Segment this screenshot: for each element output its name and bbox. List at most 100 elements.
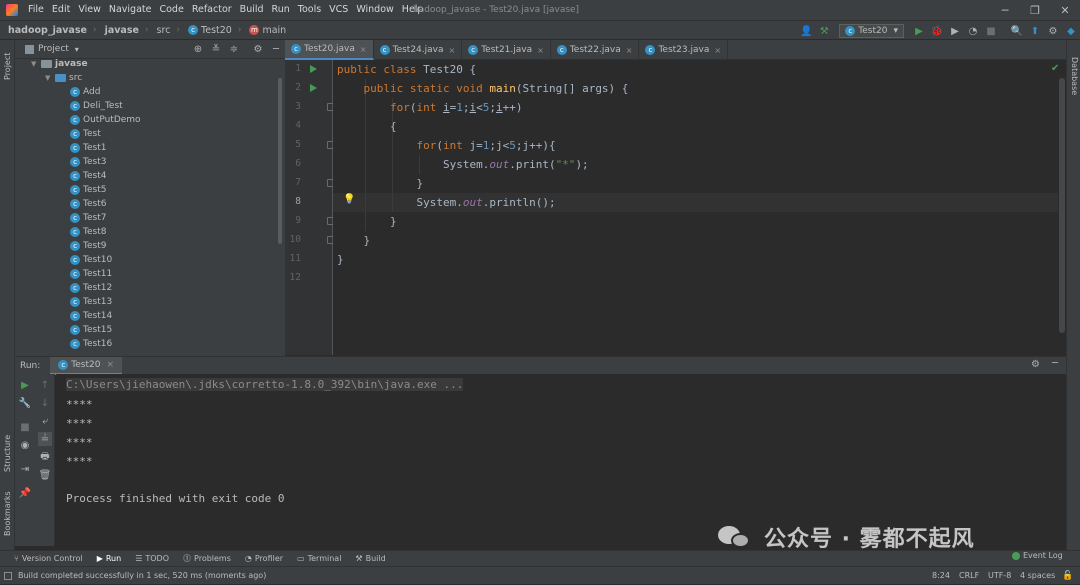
status-message[interactable]: Build completed successfully in 1 sec, 5…	[18, 571, 266, 580]
project-view-select[interactable]: Project	[38, 44, 69, 54]
update-icon[interactable]: ⬆	[1026, 22, 1044, 40]
editor-scroll-thumb[interactable]	[1059, 78, 1065, 333]
editor-tab[interactable]: c Test24.java ×	[374, 40, 463, 60]
pin-icon[interactable]: 📌	[18, 486, 32, 500]
breadcrumb-module[interactable]: javase	[105, 25, 139, 36]
database-tool-tab[interactable]: Database	[1067, 56, 1080, 96]
gear-icon[interactable]: ⚙	[1031, 359, 1040, 370]
menu-item-tools[interactable]: Tools	[294, 0, 325, 20]
expand-all-icon[interactable]: ≚	[209, 42, 223, 56]
tree-row-file[interactable]: c Test11	[70, 267, 112, 281]
caret-position[interactable]: 8:24	[932, 567, 950, 585]
gear-icon[interactable]: ⚙	[251, 42, 265, 56]
tool-window-toggle-icon[interactable]	[4, 571, 12, 580]
bottom-tab-build[interactable]: ⚒ Build	[355, 554, 385, 563]
tree-row-file[interactable]: c Test12	[70, 281, 112, 295]
settings-icon[interactable]: ⚙	[1044, 22, 1062, 40]
tree-row-file[interactable]: c Test10	[70, 253, 112, 267]
tree-row-file[interactable]: c Test15	[70, 323, 112, 337]
menu-item-view[interactable]: View	[74, 0, 105, 20]
hide-panel-icon[interactable]: ─	[1052, 358, 1058, 369]
menu-item-code[interactable]: Code	[155, 0, 187, 20]
run-icon[interactable]: ▶	[910, 22, 928, 40]
run-gutter-icon[interactable]	[310, 65, 317, 73]
bookmarks-tool-tab[interactable]: Bookmarks	[0, 488, 15, 540]
debug-icon[interactable]: 🐞	[928, 22, 946, 40]
tree-row-file[interactable]: c Test16	[70, 337, 112, 351]
tree-row-file[interactable]: c Test6	[70, 197, 106, 211]
collapse-all-icon[interactable]: ≑	[227, 42, 241, 56]
tree-row-file[interactable]: c Deli_Test	[70, 99, 123, 113]
menu-item-vcs[interactable]: VCS	[325, 0, 352, 20]
editor-tab[interactable]: c Test23.java ×	[639, 40, 729, 60]
lock-icon[interactable]: 🔓	[1062, 567, 1073, 585]
exit-icon[interactable]: ⇥	[18, 462, 32, 476]
breadcrumb-src[interactable]: src	[157, 25, 171, 36]
tree-row-file[interactable]: c Test14	[70, 309, 112, 323]
bottom-tab-terminal[interactable]: ▭ Terminal	[297, 554, 341, 563]
chevron-down-icon[interactable]: ▾	[75, 45, 79, 54]
trash-icon[interactable]: 🗑	[38, 468, 52, 482]
inspection-ok-icon[interactable]: ✔	[1051, 63, 1059, 74]
breadcrumb-project[interactable]: hadoop_javase	[8, 25, 87, 36]
close-window-icon[interactable]: ✕	[1050, 0, 1080, 20]
tree-row-file[interactable]: c Test3	[70, 155, 106, 169]
editor-scrollbar[interactable]	[1058, 60, 1066, 355]
run-tab[interactable]: c Test20 ×	[50, 356, 123, 375]
hide-panel-icon[interactable]: ─	[269, 42, 283, 56]
tree-row-file[interactable]: c Test7	[70, 211, 106, 225]
menu-item-file[interactable]: File	[24, 0, 48, 20]
editor-tab[interactable]: c Test22.java ×	[551, 40, 640, 60]
line-separator[interactable]: CRLF	[959, 567, 979, 585]
tree-row-file[interactable]: c Test9	[70, 239, 106, 253]
arrow-up-icon[interactable]: ↑	[38, 378, 52, 392]
close-tab-icon[interactable]: ×	[626, 46, 633, 55]
bottom-tab-profiler[interactable]: ◔ Profiler	[245, 554, 283, 563]
stop-icon[interactable]: ■	[18, 420, 32, 434]
tree-row-file[interactable]: c Test5	[70, 183, 106, 197]
bottom-tab-todo[interactable]: ☰ TODO	[135, 554, 169, 563]
project-scrollbar[interactable]	[278, 78, 282, 244]
menu-item-refactor[interactable]: Refactor	[188, 0, 236, 20]
soft-wrap-icon[interactable]: ⤶	[38, 414, 52, 428]
file-encoding[interactable]: UTF-8	[988, 567, 1011, 585]
breadcrumb-method[interactable]: m main	[249, 25, 286, 36]
project-tool-tab[interactable]: Project	[0, 44, 15, 88]
indent-setting[interactable]: 4 spaces	[1020, 567, 1055, 585]
run-configuration-select[interactable]: c Test20 ▾	[839, 24, 904, 38]
restore-icon[interactable]: ❐	[1020, 0, 1050, 20]
code-editor[interactable]: public class Test20 { public static void…	[333, 60, 1066, 355]
menu-item-window[interactable]: Window	[352, 0, 397, 20]
editor-tab[interactable]: c Test21.java ×	[462, 40, 551, 60]
toolbox-icon[interactable]: ◆	[1062, 22, 1080, 40]
tree-row-file[interactable]: c Test	[70, 127, 101, 141]
search-everywhere-icon[interactable]: 🔍	[1008, 22, 1026, 40]
user-icon[interactable]: 👤	[797, 22, 815, 40]
camera-icon[interactable]: ◉	[18, 438, 32, 452]
scroll-to-end-icon[interactable]: ≟	[38, 432, 52, 446]
event-log-tab[interactable]: Event Log	[1012, 551, 1063, 560]
editor-tab[interactable]: c Test20.java ×	[285, 40, 374, 60]
menu-item-edit[interactable]: Edit	[48, 0, 74, 20]
coverage-icon[interactable]: ▶	[946, 22, 964, 40]
bottom-tab-run[interactable]: ▶ Run	[97, 554, 122, 563]
close-tab-icon[interactable]: ×	[537, 46, 544, 55]
tree-row-file[interactable]: c Test8	[70, 225, 106, 239]
hammer-build-icon[interactable]: ⚒	[815, 22, 833, 40]
wrench-icon[interactable]: 🔧	[18, 396, 32, 410]
locate-file-icon[interactable]: ⊕	[191, 42, 205, 56]
tree-row-file[interactable]: c Add	[70, 85, 100, 99]
menu-item-navigate[interactable]: Navigate	[105, 0, 156, 20]
menu-item-build[interactable]: Build	[236, 0, 268, 20]
tree-row-file[interactable]: c Test13	[70, 295, 112, 309]
bottom-tab-problems[interactable]: ⓵ Problems	[183, 553, 231, 564]
lightbulb-icon[interactable]: 💡	[343, 194, 355, 205]
close-tab-icon[interactable]: ×	[106, 360, 114, 370]
minimize-icon[interactable]: ─	[990, 0, 1020, 20]
bottom-tab-version-control[interactable]: ⑂ Version Control	[14, 554, 83, 563]
tree-row-file[interactable]: c Test4	[70, 169, 106, 183]
close-tab-icon[interactable]: ×	[360, 45, 367, 54]
arrow-down-icon[interactable]: ↓	[38, 396, 52, 410]
menu-item-run[interactable]: Run	[268, 0, 294, 20]
tree-row-src[interactable]: ▼ src	[45, 71, 82, 85]
